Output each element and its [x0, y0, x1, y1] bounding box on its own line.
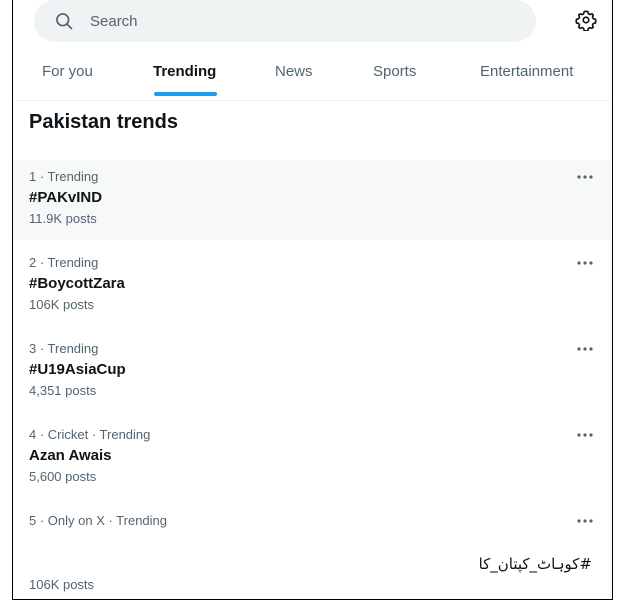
- trend-item[interactable]: 2 · Trending #BoycottZara 106K posts: [13, 246, 610, 326]
- more-icon[interactable]: [575, 172, 595, 182]
- more-icon[interactable]: [575, 516, 595, 526]
- search-box[interactable]: [34, 0, 536, 42]
- search-input[interactable]: [90, 0, 510, 42]
- more-icon[interactable]: [575, 430, 595, 440]
- trend-item[interactable]: 1 · Trending #PAKvIND 11.9K posts: [13, 160, 610, 240]
- trend-meta: 4 · Cricket · Trending: [29, 427, 151, 442]
- trend-name: Azan Awais: [29, 447, 112, 464]
- tab-for-you[interactable]: For you: [42, 52, 93, 100]
- search-row: [13, 0, 612, 44]
- more-icon[interactable]: [575, 258, 595, 268]
- search-icon: [56, 13, 73, 30]
- trend-name: #PAKvIND: [29, 189, 103, 206]
- trend-meta: 5 · Only on X · Trending: [29, 513, 168, 528]
- trend-item[interactable]: 5 · Only on X · Trending #کوہاٹ_کپتان_کا…: [13, 504, 610, 598]
- trend-post-count: 11.9K posts: [29, 211, 97, 226]
- trend-post-count: 106K posts: [29, 297, 95, 312]
- trend-post-count: 106K posts: [29, 577, 95, 592]
- trends-panel: For you Trending News Sports Entertainme…: [12, 0, 613, 600]
- trend-post-count: 5,600 posts: [29, 469, 97, 484]
- trend-meta: 1 · Trending: [29, 169, 99, 184]
- gear-icon[interactable]: [575, 9, 597, 31]
- tab-bar: For you Trending News Sports Entertainme…: [13, 52, 612, 101]
- trend-name: #BoycottZara: [29, 275, 125, 292]
- tab-sports[interactable]: Sports: [373, 52, 416, 100]
- tab-entertainment[interactable]: Entertainment: [480, 52, 573, 100]
- more-icon[interactable]: [575, 344, 595, 354]
- trend-name: #کوہاٹ_کپتان_کا: [478, 555, 592, 573]
- trend-item[interactable]: 4 · Cricket · Trending Azan Awais 5,600 …: [13, 418, 610, 498]
- trend-item[interactable]: 3 · Trending #U19AsiaCup 4,351 posts: [13, 332, 610, 412]
- trend-post-count: 4,351 posts: [29, 383, 97, 398]
- section-title: Pakistan trends: [29, 111, 178, 133]
- trend-name: #U19AsiaCup: [29, 361, 126, 378]
- tab-news[interactable]: News: [275, 52, 313, 100]
- trend-meta: 3 · Trending: [29, 341, 99, 356]
- trend-meta: 2 · Trending: [29, 255, 99, 270]
- active-tab-indicator: [154, 92, 217, 96]
